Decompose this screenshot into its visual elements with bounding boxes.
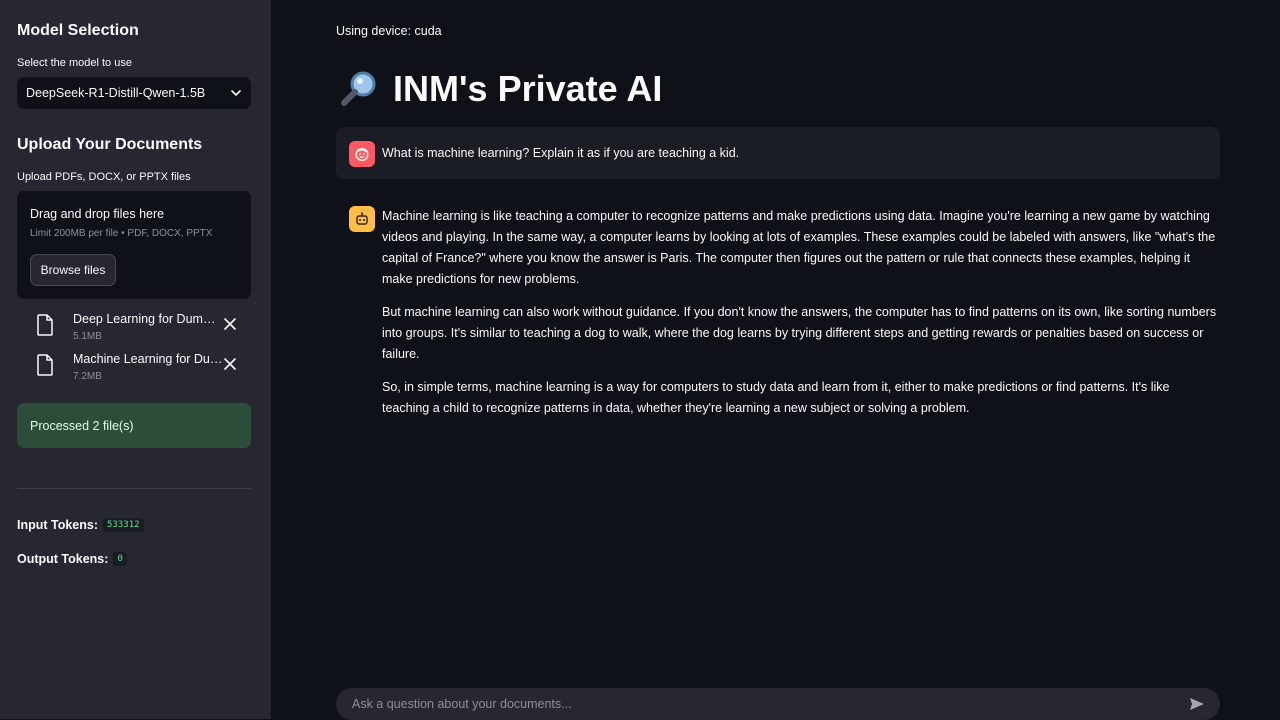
close-icon[interactable] (223, 357, 237, 371)
status-success-alert: Processed 2 file(s) (17, 403, 251, 448)
file-icon (37, 314, 53, 336)
sidebar: Model Selection Select the model to use … (0, 0, 271, 719)
dropzone-limit: Limit 200MB per file • PDF, DOCX, PPTX (30, 228, 213, 239)
output-tokens-value: 0 (113, 552, 127, 566)
input-tokens-label: Input Tokens: (17, 518, 99, 532)
input-tokens-row: Input Tokens: 533312 (17, 518, 144, 532)
model-select-value: DeepSeek-R1-Distill-Qwen-1.5B (26, 86, 206, 100)
model-select-label: Select the model to use (17, 57, 132, 69)
file-icon (37, 354, 53, 376)
chat-input[interactable] (350, 696, 1188, 712)
chevron-down-icon (231, 90, 241, 97)
robot-icon (356, 212, 368, 225)
uploaded-file-item: Machine Learning for Du… 7.2MB (17, 352, 251, 388)
dropzone-title: Drag and drop files here (30, 207, 165, 221)
user-avatar (349, 141, 375, 167)
page-title-text: INM's Private AI (393, 68, 663, 109)
assistant-paragraph: So, in simple terms, machine learning is… (382, 380, 1170, 415)
assistant-message-text: Machine learning is like teaching a comp… (382, 206, 1217, 431)
magnifier-icon (341, 71, 376, 106)
chat-input-bar (336, 688, 1220, 720)
file-size: 5.1MB (73, 331, 102, 342)
user-face-icon (355, 147, 369, 162)
browse-files-button[interactable]: Browse files (30, 254, 116, 286)
send-icon[interactable] (1188, 695, 1206, 713)
uploaded-file-item: Deep Learning for Dumm… 5.1MB (17, 312, 251, 348)
device-info: Using device: cuda (336, 24, 442, 38)
model-selection-heading: Model Selection (17, 22, 139, 39)
user-message-text: What is machine learning? Explain it as … (382, 146, 740, 160)
output-tokens-label: Output Tokens: (17, 552, 109, 566)
sidebar-divider (17, 488, 251, 489)
close-icon[interactable] (223, 317, 237, 331)
file-dropzone[interactable]: Drag and drop files here Limit 200MB per… (17, 191, 251, 299)
assistant-paragraph: Machine learning is like teaching a comp… (382, 209, 1216, 286)
assistant-avatar (349, 206, 375, 232)
file-name: Deep Learning for Dumm… (73, 312, 223, 326)
model-select[interactable]: DeepSeek-R1-Distill-Qwen-1.5B (17, 77, 251, 109)
file-size: 7.2MB (73, 371, 102, 382)
page-title: INM's Private AI (339, 68, 662, 110)
file-name: Machine Learning for Du… (73, 352, 223, 366)
input-tokens-value: 533312 (103, 518, 144, 532)
upload-heading: Upload Your Documents (17, 136, 203, 153)
assistant-paragraph: But machine learning can also work witho… (382, 305, 1217, 361)
output-tokens-row: Output Tokens: 0 (17, 552, 127, 566)
upload-label: Upload PDFs, DOCX, or PPTX files (17, 171, 191, 183)
